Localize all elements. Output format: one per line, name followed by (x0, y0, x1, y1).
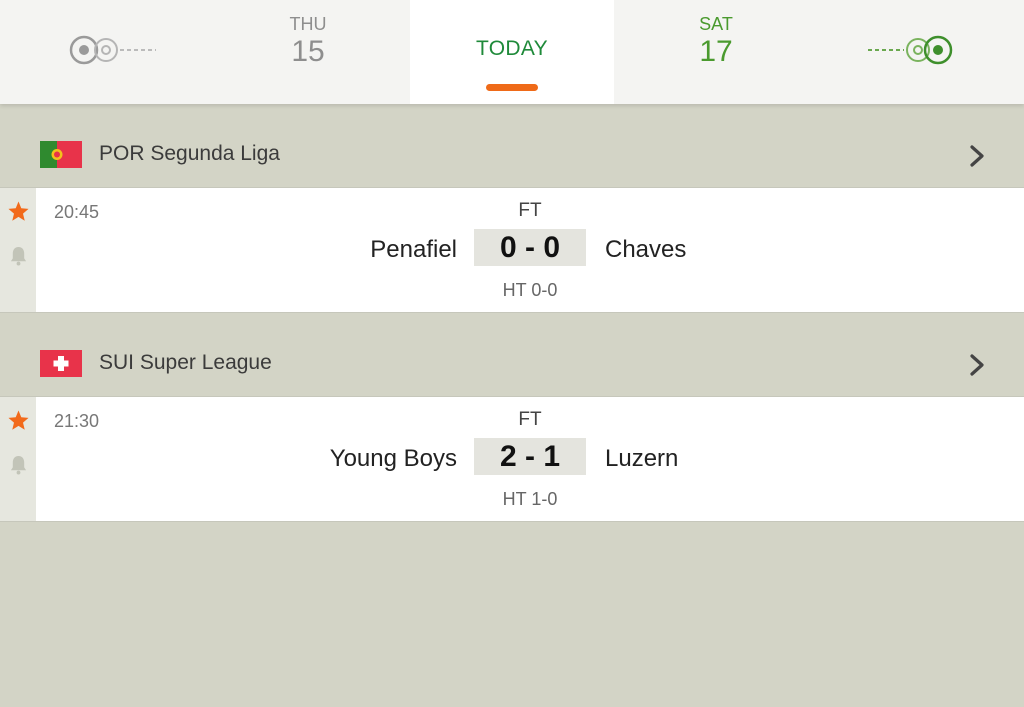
day-tab-next[interactable]: SAT 17 (614, 0, 818, 104)
home-team: Penafiel (370, 236, 457, 263)
day-name: SAT (699, 14, 733, 34)
day-tab-today[interactable]: TODAY (410, 0, 614, 104)
day-tab-prev[interactable]: THU 15 (206, 0, 410, 104)
score-box: 0 - 0 (474, 229, 586, 266)
league-header-por-segunda-liga[interactable]: POR Segunda Liga (0, 117, 1024, 189)
active-tab-indicator (486, 84, 538, 91)
league-header-sui-super-league[interactable]: SUI Super League (0, 326, 1024, 398)
portugal-flag-icon (40, 141, 82, 168)
notification-bell-icon[interactable] (9, 454, 28, 475)
next-days-icon[interactable] (866, 32, 956, 68)
day-name: THU (289, 14, 327, 34)
away-team: Chaves (605, 236, 687, 263)
away-team: Luzern (605, 445, 679, 472)
previous-days-icon[interactable] (68, 32, 158, 68)
halftime-score: HT 1-0 (502, 489, 558, 509)
match-status: FT (518, 200, 542, 221)
favorite-star-icon[interactable] (7, 200, 30, 223)
league-name: POR Segunda Liga (99, 142, 280, 165)
day-number: 15 (291, 35, 325, 68)
match-row[interactable]: 21:30 FT Young Boys 2 - 1 Luzern HT 1-0 (0, 396, 1024, 522)
favorite-star-icon[interactable] (7, 409, 30, 432)
kickoff-time: 21:30 (54, 411, 100, 431)
kickoff-time: 20:45 (54, 202, 100, 222)
match-row[interactable]: 20:45 FT Penafiel 0 - 0 Chaves HT 0-0 (0, 187, 1024, 313)
league-name: SUI Super League (99, 351, 272, 374)
today-label: TODAY (476, 37, 548, 60)
chevron-right-icon[interactable] (966, 143, 988, 169)
chevron-right-icon[interactable] (966, 352, 988, 378)
notification-bell-icon[interactable] (9, 245, 28, 266)
date-navigation-bar: THU 15 TODAY SAT 17 (0, 0, 1024, 104)
match-status: FT (518, 409, 542, 430)
home-team: Young Boys (329, 445, 457, 472)
switzerland-flag-icon (40, 350, 82, 377)
day-number: 17 (699, 35, 733, 68)
halftime-score: HT 0-0 (502, 280, 558, 300)
score-box: 2 - 1 (474, 438, 586, 475)
